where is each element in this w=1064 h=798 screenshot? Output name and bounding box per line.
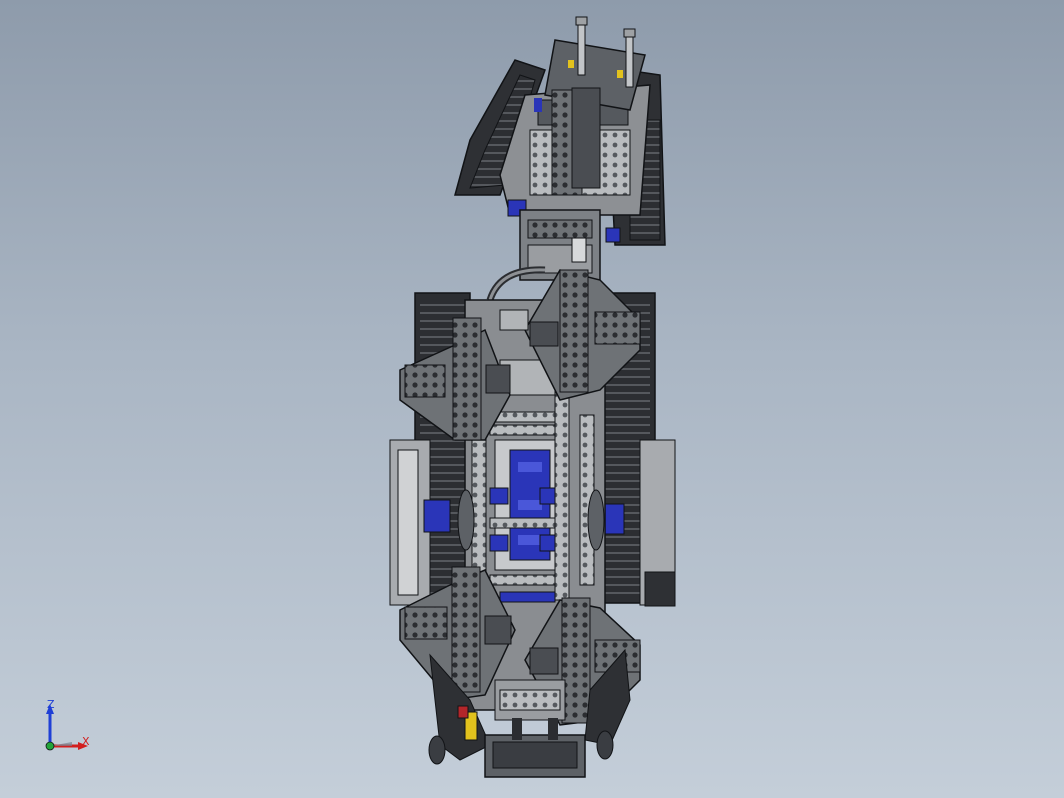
z-axis-label: Z — [47, 698, 55, 711]
graphics-viewport[interactable]: Z X — [0, 0, 1064, 798]
lego-robot-model[interactable] — [0, 0, 1064, 798]
x-axis-label: X — [82, 735, 90, 748]
